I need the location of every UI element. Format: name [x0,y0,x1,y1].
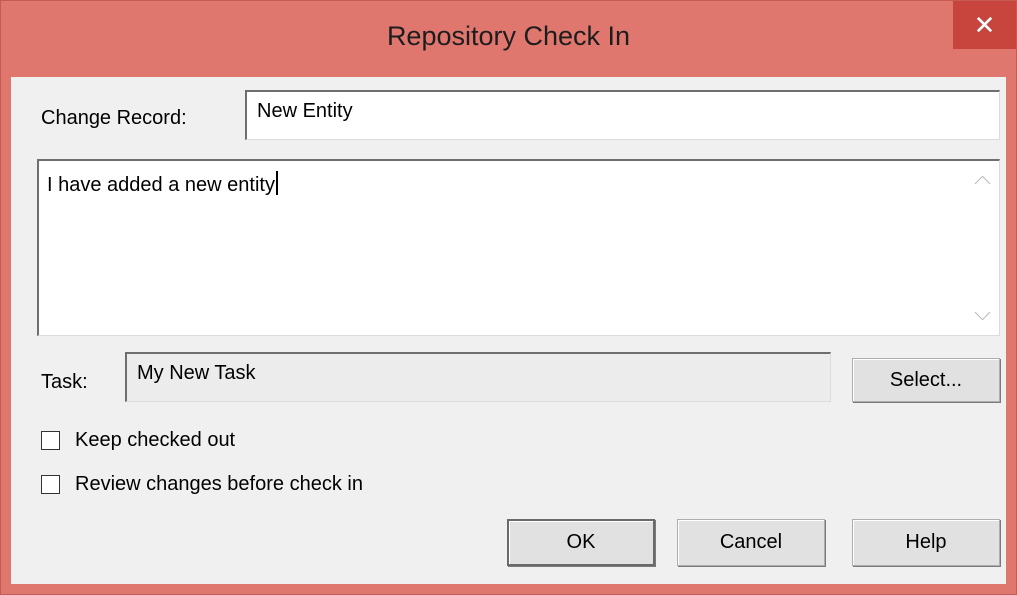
cancel-button[interactable]: Cancel [677,519,825,566]
help-button[interactable]: Help [852,519,1000,566]
task-field: My New Task [125,352,831,402]
description-value: I have added a new entity [47,174,275,196]
change-record-input[interactable]: New Entity [245,90,1000,140]
description-scrollbar[interactable] [968,162,998,334]
close-button[interactable]: ✕ [953,1,1016,49]
description-textarea[interactable]: I have added a new entity [37,159,1000,336]
title-bar[interactable]: Repository Check In ✕ [1,1,1016,77]
text-caret [275,171,278,195]
keep-checked-out-checkbox[interactable] [41,431,60,450]
select-task-button[interactable]: Select... [852,358,1000,402]
review-changes-label[interactable]: Review changes before check in [75,473,363,496]
review-changes-checkbox[interactable] [41,475,60,494]
dialog-body: Change Record: New Entity I have added a… [11,77,1006,584]
scroll-down-arrow-icon[interactable] [974,304,991,321]
keep-checked-out-label[interactable]: Keep checked out [75,429,235,452]
dialog-window: Repository Check In ✕ Change Record: New… [0,0,1017,595]
task-label: Task: [41,371,88,393]
scroll-up-arrow-icon[interactable] [974,175,991,192]
dialog-title: Repository Check In [386,21,631,51]
close-icon: ✕ [973,9,996,40]
change-record-value: New Entity [257,100,353,122]
change-record-label: Change Record: [41,107,187,129]
ok-button[interactable]: OK [507,519,655,566]
task-value: My New Task [137,362,256,384]
